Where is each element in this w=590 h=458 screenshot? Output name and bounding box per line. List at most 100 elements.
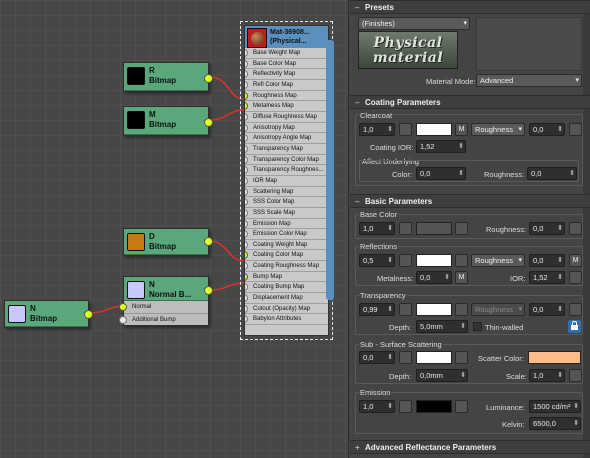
material-slot[interactable]: Emission Map (245, 219, 328, 230)
advanced-rollout-header[interactable]: + Advanced Reflectance Parameters (350, 440, 590, 454)
coating-weight-map-button[interactable] (399, 123, 412, 136)
wire-d-to-coating-color[interactable] (208, 240, 245, 262)
input-socket[interactable] (245, 198, 248, 207)
emission-weight-map-button[interactable] (399, 400, 412, 413)
transparency-roughness-spinner[interactable]: 0,0 (529, 303, 565, 316)
metalness-map-button[interactable]: M (455, 271, 468, 284)
slot-additional-bump[interactable]: Additional Bump (119, 314, 208, 326)
material-slot[interactable]: Coating Roughness Map (245, 261, 328, 272)
input-socket[interactable] (245, 219, 248, 228)
base-weight-spinner[interactable]: 1,0 (359, 222, 395, 235)
material-slot[interactable]: Coating Color Map (245, 250, 328, 262)
material-slot[interactable]: SSS Color Map (245, 197, 328, 208)
output-grip[interactable] (326, 40, 334, 300)
sss-weight-spinner[interactable]: 0,0 (359, 351, 395, 364)
sss-weight-map-button[interactable] (399, 351, 412, 364)
material-slot[interactable]: Metalness Map (245, 101, 328, 112)
input-socket[interactable] (245, 272, 248, 281)
wire-normalbump-to-bump[interactable] (208, 282, 245, 291)
physical-material-node[interactable]: Mat-36908... (Physical... Base Weight Map… (244, 25, 329, 336)
input-socket[interactable] (245, 155, 248, 164)
panel-scrollbar[interactable] (583, 0, 590, 458)
material-slot[interactable]: IOR Map (245, 176, 328, 187)
bitmap-node-r[interactable]: R Bitmap (123, 62, 213, 92)
transparency-roughness-map-button[interactable] (569, 303, 582, 316)
material-slot[interactable]: Scattering Map (245, 187, 328, 198)
basic-rollout-header[interactable]: – Basic Parameters (350, 194, 590, 208)
input-socket[interactable] (245, 240, 248, 249)
metalness-spinner[interactable]: 0,0 (416, 271, 452, 284)
wire-r-to-roughness[interactable] (208, 76, 245, 100)
reflections-roughness-spinner[interactable]: 0,0 (529, 254, 565, 267)
input-socket[interactable] (245, 166, 248, 175)
input-socket[interactable] (119, 316, 127, 324)
material-slot[interactable]: Coating Weight Map (245, 240, 328, 251)
bitmap-node-d[interactable]: D Bitmap (123, 228, 213, 256)
material-slot[interactable]: Roughness Map (245, 91, 328, 102)
emission-weight-spinner[interactable]: 1,0 (359, 400, 395, 413)
input-socket[interactable] (245, 251, 248, 260)
affect-color-spinner[interactable]: 0,0 (416, 167, 466, 180)
sss-scale-spinner[interactable]: 1,0 (529, 369, 565, 382)
reflections-color-swatch[interactable] (416, 254, 452, 267)
affect-roughness-spinner[interactable]: 0,0 (527, 167, 577, 180)
transparency-roughness-dropdown[interactable]: Roughness (471, 303, 525, 316)
bitmap-node-n[interactable]: N Bitmap (4, 300, 93, 328)
input-socket[interactable] (245, 112, 248, 121)
material-node-header[interactable]: Mat-36908... (Physical... (245, 26, 328, 48)
input-socket[interactable] (245, 134, 248, 143)
input-socket[interactable] (245, 144, 248, 153)
coating-roughness-spinner[interactable]: 0,0 (529, 123, 565, 136)
transparency-weight-map-button[interactable] (399, 303, 412, 316)
base-weight-map-button[interactable] (399, 222, 412, 235)
emission-color-swatch[interactable] (416, 400, 452, 413)
output-socket[interactable] (204, 74, 213, 83)
lock-icon[interactable] (568, 320, 581, 333)
ior-map-button[interactable] (569, 271, 582, 284)
sss-depth-spinner[interactable]: 0,0mm (416, 369, 468, 382)
material-slot[interactable]: Transparency Roughnes... (245, 165, 328, 176)
material-slot[interactable]: Diffuse Roughness Map (245, 112, 328, 123)
material-slot[interactable]: Coating Bump Map (245, 282, 328, 294)
bitmap-node-m[interactable]: M Bitmap (123, 106, 213, 136)
output-socket[interactable] (204, 286, 213, 295)
wire-m-to-metalness[interactable] (208, 109, 245, 121)
thin-walled-checkbox[interactable] (473, 322, 482, 331)
input-socket[interactable] (245, 49, 248, 57)
input-socket[interactable] (245, 315, 248, 324)
input-socket[interactable] (245, 208, 248, 217)
input-socket[interactable] (245, 283, 248, 292)
scatter-color-swatch[interactable] (528, 351, 581, 364)
input-socket[interactable] (245, 102, 248, 111)
material-slot[interactable]: Babylon Attributes (245, 314, 328, 326)
base-color-map-button[interactable] (455, 222, 468, 235)
output-socket[interactable] (204, 237, 213, 246)
sss-scale-map-button[interactable] (569, 369, 582, 382)
material-slot[interactable]: Base Color Map (245, 59, 328, 70)
material-slot[interactable]: Transparency Map (245, 144, 328, 155)
normal-bump-node[interactable]: N Normal B... Normal Additional Bump (119, 276, 213, 326)
input-socket[interactable] (245, 262, 248, 271)
reflections-weight-spinner[interactable]: 0,5 (359, 254, 395, 267)
input-socket[interactable] (245, 230, 248, 239)
input-socket[interactable] (245, 59, 248, 68)
coating-roughness-dropdown[interactable]: Roughness (471, 123, 525, 136)
input-socket[interactable] (245, 294, 248, 303)
sss-color-map-button[interactable] (455, 351, 468, 364)
input-socket[interactable] (245, 176, 248, 185)
transparency-weight-spinner[interactable]: 0,99 (359, 303, 395, 316)
finishes-dropdown[interactable]: (Finishes) (358, 17, 470, 30)
transparency-color-map-button[interactable] (455, 303, 468, 316)
material-slot[interactable]: Displacement Map (245, 293, 328, 304)
coating-rollout-header[interactable]: – Coating Parameters (350, 95, 590, 109)
output-socket[interactable] (204, 118, 213, 127)
input-socket[interactable] (245, 70, 248, 79)
coating-color-swatch[interactable] (416, 123, 452, 136)
input-socket[interactable] (119, 303, 127, 311)
emission-color-map-button[interactable] (455, 400, 468, 413)
material-slot[interactable]: Transparency Color Map (245, 155, 328, 166)
base-roughness-map-button[interactable] (569, 222, 582, 235)
reflections-roughness-map-button[interactable]: M (569, 254, 582, 267)
base-color-swatch[interactable] (416, 222, 452, 235)
material-slot[interactable]: Base Weight Map (245, 48, 328, 59)
